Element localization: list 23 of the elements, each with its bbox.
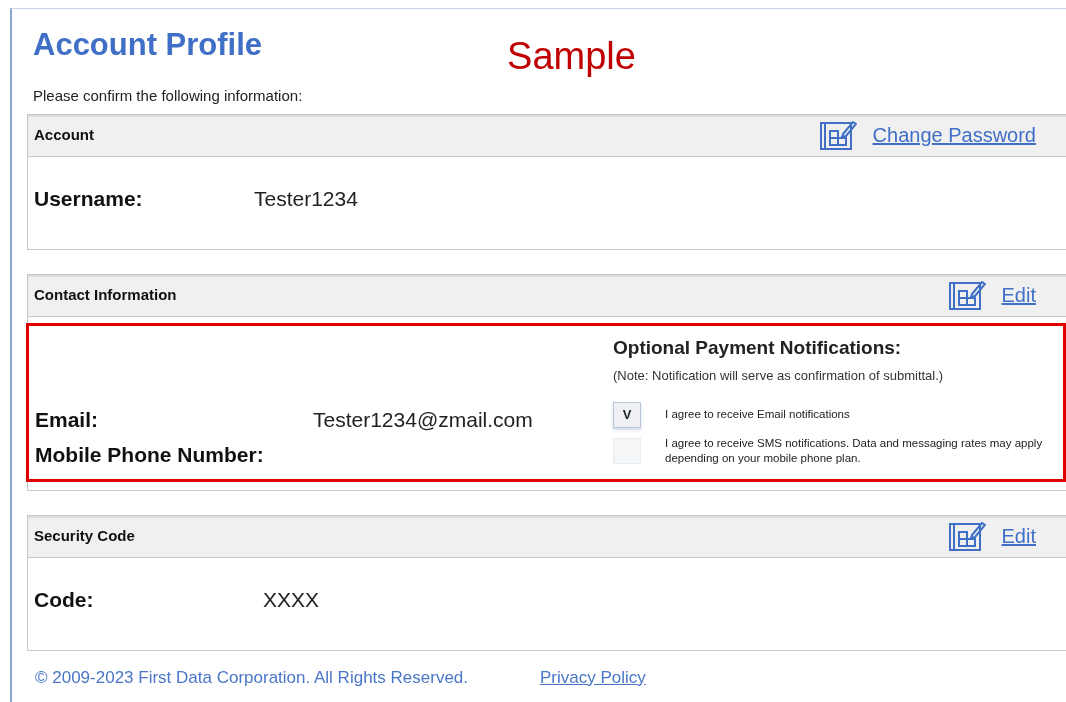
privacy-policy-link[interactable]: Privacy Policy <box>540 664 646 691</box>
sample-label: Sample <box>507 37 636 75</box>
page-title: Account Profile <box>33 29 263 60</box>
field-value: Tester1234 <box>254 185 358 212</box>
action-link[interactable]: Edit <box>1001 521 1036 552</box>
checkbox-label: I agree to receive Email notifications <box>665 406 850 422</box>
note-text: (Note: Notification will serve as confirmation of submittal.) <box>613 367 945 385</box>
copyright-text: © 2009-2023 First Data Corporation. All Rights Reserved. <box>35 666 468 689</box>
intro-text: Please confirm the following information: <box>33 86 304 106</box>
action-link[interactable]: Edit <box>1001 280 1036 310</box>
field-label: Username: <box>34 185 144 212</box>
field-value: Tester1234@zmail.com <box>313 406 533 433</box>
section-title: Account <box>34 124 94 145</box>
field-label: Mobile Phone Number: <box>35 442 265 469</box>
field-label: Email: <box>35 406 100 433</box>
section-title: Contact Information <box>34 284 177 305</box>
action-link[interactable]: Change Password <box>872 120 1036 150</box>
field-value: XXXX <box>263 586 320 613</box>
section-title: Security Code <box>34 525 135 546</box>
checkbox-label: I agree to receive SMS notifications. Data and messaging rates may apply depending on your mobile phone plan. <box>665 435 1044 466</box>
field-label: Code: <box>34 586 95 613</box>
notifications-title: Optional Payment Notifications: <box>613 335 903 360</box>
checkbox[interactable]: V <box>613 401 641 428</box>
